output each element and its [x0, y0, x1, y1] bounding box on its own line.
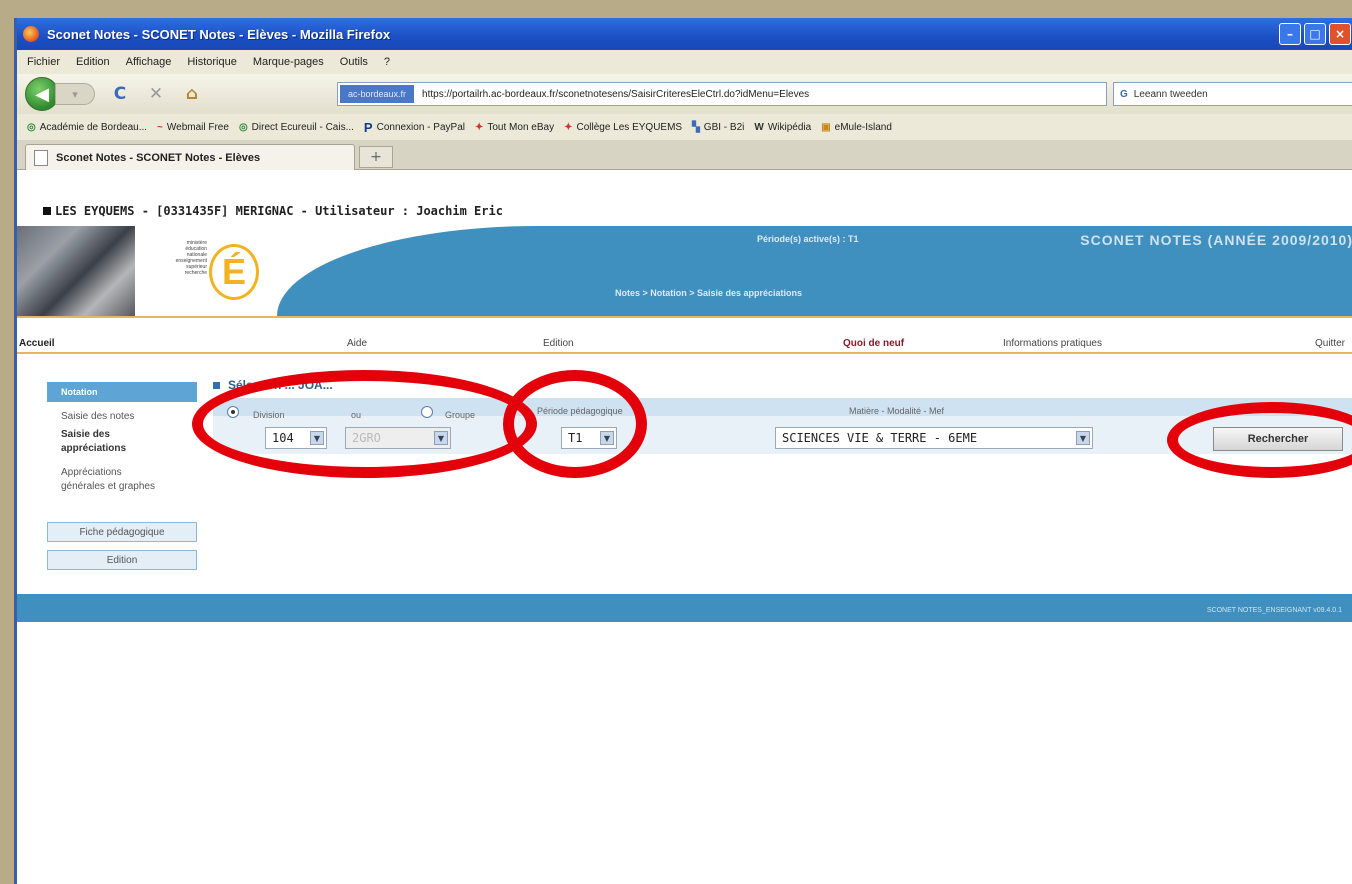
highlight-circle-periode: [503, 370, 647, 478]
menu-outils[interactable]: Outils: [340, 56, 368, 68]
bookmark-item[interactable]: ◎ Académie de Bordeau...: [27, 122, 147, 133]
main-menu: Accueil Aide Edition Quoi de neuf Inform…: [17, 336, 1352, 354]
address-bar[interactable]: ac-bordeaux.fr https://portailrh.ac-bord…: [337, 82, 1107, 106]
tab-sconet[interactable]: Sconet Notes - SCONET Notes - Elèves: [25, 144, 355, 170]
back-button[interactable]: ◀: [25, 77, 59, 111]
bullet-icon: [213, 382, 220, 389]
bookmark-item[interactable]: ✦ Collège Les EYQUEMS: [564, 122, 682, 133]
menu-marque-pages[interactable]: Marque-pages: [253, 56, 324, 68]
sidebar-item-saisie-notes[interactable]: Saisie des notes: [47, 410, 197, 424]
logo-text: ministère éducation nationale enseigneme…: [175, 240, 207, 276]
google-icon[interactable]: G: [1120, 89, 1128, 100]
bookmark-item[interactable]: ~ Webmail Free: [157, 122, 229, 133]
bookmark-item[interactable]: W Wikipédia: [754, 122, 811, 133]
bookmark-item[interactable]: ✦ Tout Mon eBay: [475, 122, 554, 133]
breadcrumb: Notes > Notation > Saisie des appréciati…: [615, 288, 803, 298]
menu-edition-page[interactable]: Edition: [543, 338, 574, 349]
bullet-icon: [43, 207, 51, 215]
highlight-circle-rechercher: [1167, 402, 1352, 478]
menu-aide[interactable]: Aide: [347, 338, 367, 349]
reload-icon[interactable]: C: [109, 83, 131, 105]
menu-historique[interactable]: Historique: [187, 56, 237, 68]
title-bar: Sconet Notes - SCONET Notes - Elèves - M…: [17, 18, 1352, 50]
chevron-down-icon: ▼: [1076, 431, 1090, 445]
user-line: LES EYQUEMS - [0331435F] MERIGNAC - Util…: [43, 204, 503, 218]
banner-blue-band: Période(s) active(s) : T1 SCONET NOTES (…: [277, 226, 1352, 316]
new-tab-button[interactable]: +: [359, 146, 393, 168]
sidebar-item-saisie-appreciations[interactable]: Saisie des appréciations: [47, 428, 167, 456]
matiere-select[interactable]: SCIENCES VIE & TERRE - 6EME ▼: [775, 427, 1093, 449]
minimize-button[interactable]: –: [1279, 23, 1301, 45]
version-text: SCONET NOTES_ENSEIGNANT v09.4.0.1: [1206, 607, 1342, 614]
navigation-toolbar: ◀ ▾ C ✕ ⌂ ac-bordeaux.fr https://portail…: [17, 74, 1352, 114]
wikipedia-icon: W: [754, 121, 764, 133]
bookmark-star-icon: ✦: [564, 121, 573, 133]
active-period: Période(s) active(s) : T1: [757, 234, 859, 244]
forward-button[interactable]: ▾: [55, 83, 95, 105]
browser-window: Sconet Notes - SCONET Notes - Elèves - M…: [14, 18, 1352, 884]
matiere-value: SCIENCES VIE & TERRE - 6EME: [782, 431, 978, 445]
firefox-icon: [23, 26, 39, 42]
ministry-logo: ministère éducation nationale enseigneme…: [167, 234, 267, 312]
matiere-label: Matière - Modalité - Mef: [849, 406, 945, 416]
menu-accueil[interactable]: Accueil: [19, 338, 55, 349]
tab-label: Sconet Notes - SCONET Notes - Elèves: [56, 151, 261, 164]
home-icon[interactable]: ⌂: [181, 83, 203, 105]
stop-icon[interactable]: ✕: [145, 83, 167, 105]
webmail-icon: ~: [157, 121, 163, 133]
page-icon: [34, 149, 48, 166]
menu-edition[interactable]: Edition: [76, 56, 110, 68]
highlight-circle-division: [192, 370, 537, 478]
sidebar-item-edition[interactable]: Edition: [47, 550, 197, 570]
bookmark-item[interactable]: ▣ eMule-Island: [821, 122, 892, 133]
web-page: LES EYQUEMS - [0331435F] MERIGNAC - Util…: [17, 170, 1352, 884]
tab-bar: Sconet Notes - SCONET Notes - Elèves +: [17, 140, 1352, 170]
menu-bar: Fichier Edition Affichage Historique Mar…: [17, 50, 1352, 74]
footer-bar: SCONET NOTES_ENSEIGNANT v09.4.0.1: [17, 594, 1352, 622]
globe-icon: ◎: [238, 121, 248, 133]
menu-fichier[interactable]: Fichier: [27, 56, 60, 68]
paypal-icon: P: [363, 119, 373, 135]
window-title: Sconet Notes - SCONET Notes - Elèves - M…: [47, 26, 391, 42]
bookmarks-toolbar: ◎ Académie de Bordeau... ~ Webmail Free ◎ D…: [17, 114, 1352, 140]
emule-icon: ▣: [821, 121, 831, 133]
close-button[interactable]: ×: [1329, 23, 1351, 45]
logo-letter: É: [209, 244, 259, 300]
menu-affichage[interactable]: Affichage: [126, 56, 172, 68]
search-text[interactable]: Leeann tweeden: [1134, 89, 1208, 100]
folder-icon: ▚: [692, 121, 700, 133]
sidebar-item-fiche-pedagogique[interactable]: Fiche pédagogique: [47, 522, 197, 542]
bookmark-item[interactable]: ▚ GBI - B2i: [692, 122, 744, 133]
menu-help[interactable]: ?: [384, 56, 390, 68]
sidebar-item-appreciations-generales[interactable]: Appréciations générales et graphes: [47, 466, 167, 494]
menu-quoi-de-neuf[interactable]: Quoi de neuf: [843, 338, 904, 349]
maximize-button[interactable]: □: [1304, 23, 1326, 45]
sidebar-item-notation[interactable]: Notation: [47, 382, 197, 402]
search-box[interactable]: G Leeann tweeden: [1113, 82, 1352, 106]
bookmark-item[interactable]: P Connexion - PayPal: [364, 120, 465, 135]
app-title: SCONET NOTES (ANNÉE 2009/2010): [1080, 232, 1352, 248]
students-photo: [17, 226, 135, 316]
menu-quitter[interactable]: Quitter: [1315, 338, 1345, 349]
url-text[interactable]: https://portailrh.ac-bordeaux.fr/sconetn…: [422, 89, 809, 100]
site-identity-button[interactable]: ac-bordeaux.fr: [340, 85, 415, 103]
header-banner: ministère éducation nationale enseigneme…: [17, 226, 1352, 318]
globe-icon: ◎: [27, 121, 36, 133]
bookmark-item[interactable]: ◎ Direct Ecureuil - Cais...: [239, 122, 354, 133]
menu-informations-pratiques[interactable]: Informations pratiques: [1003, 338, 1102, 349]
bookmark-star-icon: ✦: [474, 121, 484, 133]
